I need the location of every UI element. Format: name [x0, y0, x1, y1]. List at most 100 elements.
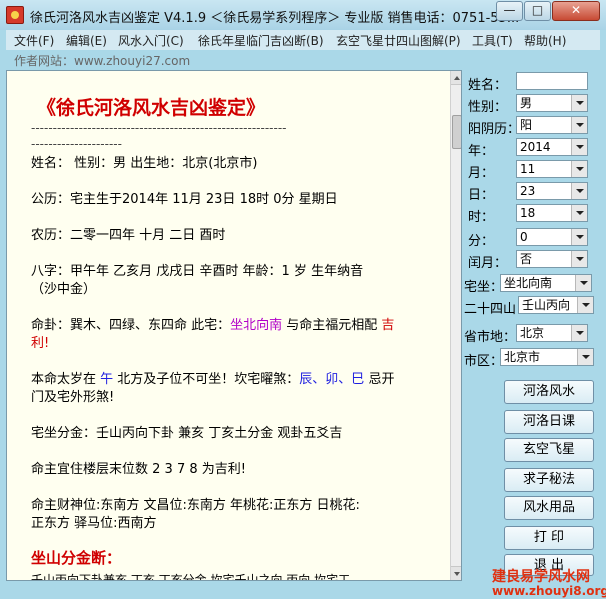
report-line-bazi-nayin: （沙中金） — [31, 282, 97, 297]
report-line-gongli: 公历：宅主生于2014年 11月 23日 18时 0分 星期日 — [31, 192, 338, 207]
print-button[interactable]: 打 印 — [504, 526, 594, 550]
menu-fengshui-intro[interactable]: 风水入门(C) — [118, 32, 184, 49]
scroll-down-button[interactable] — [451, 566, 461, 580]
qiuzi-mifa-button[interactable]: 求子秘法 — [504, 468, 594, 492]
scroll-up-button[interactable] — [451, 71, 461, 85]
arrow-up-icon — [454, 76, 460, 80]
app-logo-icon — [6, 6, 24, 24]
report-title: 《徐氏河洛风水吉凶鉴定》 — [37, 97, 266, 119]
vertical-scrollbar[interactable] — [450, 71, 461, 580]
text-segment: 与命主福元相配 — [282, 318, 382, 333]
selected-value: 男 — [520, 96, 533, 110]
site-watermark-url: www.zhouyi8.org — [492, 584, 606, 598]
gender-select[interactable]: 男 — [516, 94, 588, 112]
chevron-down-icon[interactable] — [571, 251, 587, 267]
calendar-label: 阳阴历： — [468, 122, 521, 137]
city-label: 市区： — [464, 354, 504, 369]
hour-select[interactable]: 18 — [516, 204, 588, 222]
name-label: 姓名： — [468, 78, 508, 93]
menu-help[interactable]: 帮助(H) — [524, 32, 566, 49]
report-line-minggua-end: 利! — [31, 336, 50, 351]
house-facing-select[interactable]: 坐北向南 — [500, 274, 592, 292]
chevron-down-icon[interactable] — [571, 95, 587, 111]
fengshui-products-button[interactable]: 风水用品 — [504, 496, 594, 520]
month-label: 月： — [468, 166, 495, 181]
chevron-down-icon[interactable] — [571, 183, 587, 199]
menu-tools[interactable]: 工具(T) — [472, 32, 513, 49]
year-label: 年： — [468, 144, 495, 159]
text-segment: 午 — [100, 372, 114, 387]
leap-month-label: 闰月： — [468, 256, 508, 271]
selected-value: 2014 — [520, 140, 551, 154]
day-select[interactable]: 23 — [516, 182, 588, 200]
city-select[interactable]: 北京市 — [500, 348, 594, 366]
chevron-down-icon[interactable] — [571, 117, 587, 133]
selected-value: 18 — [520, 206, 536, 220]
chevron-down-icon[interactable] — [577, 297, 593, 313]
menu-file[interactable]: 文件(F) — [14, 32, 54, 49]
text-segment: 命卦：巽木、四绿、东四命 此宅： — [31, 318, 231, 333]
report-line-caishen: 命主财神位:东南方 文昌位:东南方 年桃花:正东方 日桃花: — [31, 498, 360, 513]
window-title: 徐氏河洛风水吉凶鉴定 V4.1.9 ＜徐氏易学系列程序＞ 专业版 销售电话：07… — [30, 11, 520, 26]
arrow-down-icon — [454, 572, 460, 576]
minute-label: 分： — [468, 234, 495, 249]
section-heading: 坐山分金断： — [31, 549, 122, 567]
mountain-select[interactable]: 壬山丙向 — [518, 296, 594, 314]
selected-value: 否 — [520, 252, 533, 266]
leap-month-select[interactable]: 否 — [516, 250, 588, 268]
gender-label: 性别： — [468, 100, 508, 115]
calendar-select[interactable]: 阳 — [516, 116, 588, 134]
chevron-down-icon[interactable] — [571, 161, 587, 177]
chevron-down-icon[interactable] — [571, 325, 587, 341]
minute-select[interactable]: 0 — [516, 228, 588, 246]
selected-value: 壬山丙向 — [522, 298, 571, 312]
chevron-down-icon[interactable] — [577, 349, 593, 365]
heluo-fengshui-button[interactable]: 河洛风水 — [504, 380, 594, 404]
xuankong-feixing-button[interactable]: 玄空飞星 — [504, 438, 594, 462]
report-line-bazi: 八字：甲午年 乙亥月 戊戌日 辛酉时 年龄：1 岁 生年纳音 — [31, 264, 364, 279]
month-select[interactable]: 11 — [516, 160, 588, 178]
selected-value: 23 — [520, 184, 536, 198]
app-window: 徐氏河洛风水吉凶鉴定 V4.1.9 ＜徐氏易学系列程序＞ 专业版 销售电话：07… — [0, 0, 606, 599]
hour-label: 时： — [468, 210, 495, 225]
report-line-cut: 壬山丙向下卦兼亥 丁亥 丁亥分金 坎宅壬山之向 丙向 坎宅工 — [31, 573, 351, 581]
selected-value: 坐北向南 — [504, 276, 553, 290]
maximize-button[interactable]: □ — [524, 1, 551, 21]
selected-value: 0 — [520, 230, 528, 244]
site-watermark: 建良易学风水网 — [492, 569, 590, 585]
report-line-minggua: 命卦：巽木、四绿、东四命 此宅：坐北向南 与命主福元相配 吉 — [31, 317, 394, 335]
heluo-rike-button[interactable]: 河洛日课 — [504, 410, 594, 434]
house-facing-label: 宅坐： — [464, 280, 504, 295]
chevron-down-icon[interactable] — [571, 205, 587, 221]
text-segment: 坐北向南 — [230, 318, 283, 333]
menu-xuankong[interactable]: 玄空飞星廿四山图解(P) — [336, 32, 461, 49]
text-segment: 忌开 — [364, 372, 395, 387]
selected-value: 11 — [520, 162, 536, 176]
report-line-taisui: 本命太岁在 午 北方及子位不可坐！坎宅曜煞：辰、卯、巳 忌开 — [31, 371, 394, 389]
close-button[interactable]: ✕ — [552, 1, 600, 21]
minimize-button[interactable]: — — [496, 1, 523, 21]
report-line-name: 姓名： 性别：男 出生地：北京(北京市) — [31, 156, 258, 171]
selected-value: 北京 — [520, 326, 545, 340]
report-text-area[interactable]: 《徐氏河洛风水吉凶鉴定》 ---------------------------… — [6, 70, 462, 581]
input-panel: 姓名： 性别： 男 阳阴历： 阳 年： 2014 月： 11 日： 23 时： … — [462, 70, 600, 581]
province-select[interactable]: 北京 — [516, 324, 588, 342]
scroll-thumb[interactable] — [452, 115, 461, 149]
text-segment: 吉 — [381, 318, 395, 333]
name-input[interactable] — [516, 72, 588, 90]
report-line-louceng: 命主宜住楼层末位数 2 3 7 8 为吉利! — [31, 462, 246, 477]
menu-edit[interactable]: 编辑(E) — [66, 32, 107, 49]
day-label: 日： — [468, 188, 495, 203]
chevron-down-icon[interactable] — [575, 275, 591, 291]
selected-value: 阳 — [520, 118, 533, 132]
text-segment: 本命太岁在 — [31, 372, 101, 387]
report-line-nongli: 农历：二零一四年 十月 二日 酉时 — [31, 228, 226, 243]
menu-annual-star[interactable]: 徐氏年星临门吉凶断(B) — [198, 32, 324, 49]
text-segment: 北方及子位不可坐！坎宅曜煞： — [113, 372, 300, 387]
chevron-down-icon[interactable] — [571, 229, 587, 245]
report-line-yima: 正东方 驿马位:西南方 — [31, 516, 157, 531]
chevron-down-icon[interactable] — [571, 139, 587, 155]
report-line-taisui-end: 门及宅外形煞! — [31, 390, 115, 405]
year-select[interactable]: 2014 — [516, 138, 588, 156]
mountain-label: 二十四山 — [464, 302, 517, 317]
